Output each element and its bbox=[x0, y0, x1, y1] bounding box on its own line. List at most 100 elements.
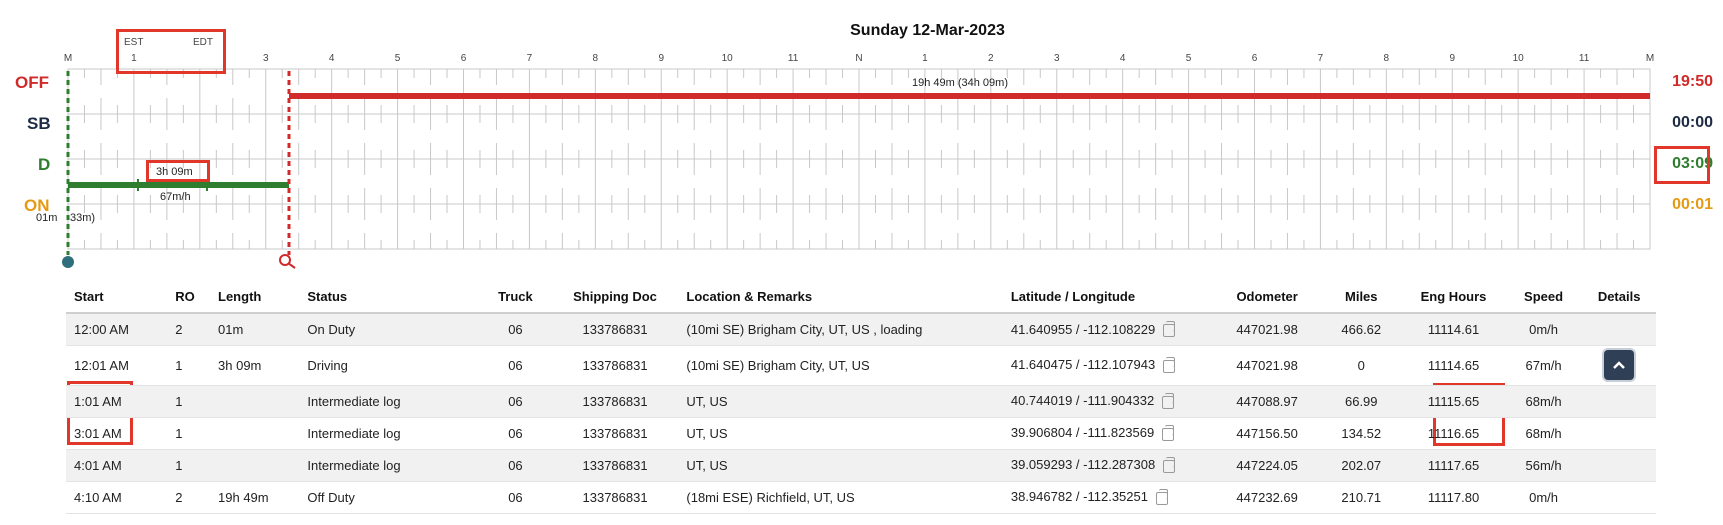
cell-truck: 06 bbox=[479, 313, 552, 345]
col-speed: Speed bbox=[1504, 280, 1583, 314]
cell-start-text: 4:01 AM bbox=[74, 457, 122, 473]
cell-speed: 68m/h bbox=[1505, 417, 1582, 449]
cell-odometer-text: 447232.69 bbox=[1236, 489, 1298, 505]
cell-speed: 56m/h bbox=[1505, 449, 1582, 481]
cell-eng-hours: 11114.65 bbox=[1402, 345, 1505, 385]
cell-shipping-doc: 133786831 bbox=[552, 449, 679, 481]
cell-truck-text: 06 bbox=[508, 425, 523, 441]
table-row[interactable]: 12:01 AM 1 3h 09m Driving 06 133786831 (10mi S… bbox=[66, 345, 1656, 385]
duty-status-graph bbox=[62, 68, 1651, 269]
cell-odometer: 447088.97 bbox=[1214, 385, 1320, 417]
cell-latlng-text: 41.640475 / -112.107943 bbox=[1010, 357, 1156, 373]
cell-odometer: 447021.98 bbox=[1214, 345, 1320, 385]
cell-miles: 210.71 bbox=[1320, 481, 1402, 513]
cell-location: UT, US bbox=[678, 385, 1002, 417]
cell-speed: 0m/h bbox=[1505, 481, 1582, 513]
cell-details bbox=[1582, 313, 1656, 345]
cell-length bbox=[210, 449, 299, 481]
cell-details bbox=[1582, 481, 1656, 513]
cell-start: 12:01 AM bbox=[66, 345, 167, 385]
copy-icon[interactable] bbox=[1162, 424, 1175, 441]
cell-speed-text: 0m/h bbox=[1529, 321, 1558, 337]
cell-location: (18mi ESE) Richfield, UT, US bbox=[678, 481, 1002, 513]
cell-start: 3:01 AM bbox=[66, 417, 167, 449]
cell-location-text: UT, US bbox=[686, 393, 728, 409]
cell-location-text: UT, US bbox=[686, 457, 728, 473]
cell-odometer: 447156.50 bbox=[1214, 417, 1320, 449]
driving-speed-label: 67m/h bbox=[160, 191, 191, 203]
cell-shipping-doc-text: 133786831 bbox=[582, 489, 648, 505]
cell-speed-text: 67m/h bbox=[1525, 357, 1562, 373]
cell-status-text: Off Duty bbox=[307, 489, 355, 505]
col-status: Status bbox=[299, 280, 480, 314]
cell-miles-text: 134.52 bbox=[1341, 425, 1382, 441]
cell-miles: 66.99 bbox=[1320, 385, 1402, 417]
cell-miles: 0 bbox=[1320, 345, 1402, 385]
cell-status: Intermediate log bbox=[299, 449, 479, 481]
cell-location: UT, US bbox=[678, 417, 1002, 449]
collapse-details-button[interactable] bbox=[1604, 350, 1635, 380]
cell-length bbox=[210, 385, 299, 417]
cell-miles-text: 202.07 bbox=[1341, 457, 1382, 473]
cell-speed-text: 0m/h bbox=[1529, 489, 1558, 505]
cell-latlng-text: 39.059293 / -112.287308 bbox=[1010, 457, 1156, 473]
copy-icon[interactable] bbox=[1155, 488, 1168, 505]
cell-status-text: Intermediate log bbox=[307, 393, 401, 409]
col-start: Start bbox=[66, 280, 168, 314]
copy-icon[interactable] bbox=[1163, 456, 1176, 473]
col-eng-hours: Eng Hours bbox=[1402, 280, 1505, 314]
table-row[interactable]: 1:01 AM 1 Intermediate log 06 133786831 UT, U… bbox=[66, 385, 1656, 417]
cell-speed-text: 68m/h bbox=[1525, 425, 1562, 441]
cell-ro: 2 bbox=[167, 313, 210, 345]
cell-odometer-text: 447156.50 bbox=[1236, 425, 1298, 441]
cell-truck-text: 06 bbox=[508, 321, 523, 337]
cell-start-text: 12:01 AM bbox=[74, 357, 129, 373]
cell-shipping-doc: 133786831 bbox=[552, 481, 679, 513]
cell-ro-text: 2 bbox=[175, 489, 183, 505]
table-row[interactable]: 12:00 AM 2 01m On Duty 06 133786831 (10mi SE) … bbox=[66, 313, 1656, 345]
cell-odometer-text: 447088.97 bbox=[1236, 393, 1298, 409]
cell-eng-hours-text: 11117.80 bbox=[1427, 489, 1480, 505]
copy-icon[interactable] bbox=[1162, 392, 1175, 409]
table-row[interactable]: 4:10 AM 2 19h 49m Off Duty 06 133786831 (18mi … bbox=[66, 481, 1656, 513]
table-row[interactable]: 3:01 AM 1 Intermediate log 06 133786831 UT, U… bbox=[66, 417, 1656, 449]
on-duration-label: 01m bbox=[36, 212, 58, 224]
cell-eng-hours-text: 11114.65 bbox=[1427, 357, 1480, 373]
cell-miles-text: 0 bbox=[1357, 357, 1365, 373]
copy-icon[interactable] bbox=[1163, 356, 1176, 373]
col-shipping-doc: Shipping Doc bbox=[551, 280, 679, 314]
cell-eng-hours-text: 11115.65 bbox=[1427, 393, 1480, 409]
cell-shipping-doc-text: 133786831 bbox=[582, 457, 648, 473]
cell-eng-hours: 11115.65 bbox=[1402, 385, 1505, 417]
cell-latlng-text: 39.906804 / -111.823569 bbox=[1010, 425, 1155, 441]
cell-speed: 68m/h bbox=[1505, 385, 1582, 417]
table-row[interactable]: 4:01 AM 1 Intermediate log 06 133786831 UT, U… bbox=[66, 449, 1656, 481]
cell-shipping-doc-text: 133786831 bbox=[582, 425, 648, 441]
cell-length-text: 19h 49m bbox=[218, 489, 269, 505]
copy-icon[interactable] bbox=[1163, 320, 1176, 337]
cell-eng-hours: 11117.80 bbox=[1402, 481, 1505, 513]
cell-eng-hours-text: 11114.61 bbox=[1427, 321, 1480, 337]
cell-latlng: 40.744019 / -111.904332 bbox=[1003, 385, 1214, 417]
cell-details bbox=[1582, 345, 1656, 385]
cell-eng-hours: 11116.65 bbox=[1402, 417, 1505, 449]
cell-status-text: Driving bbox=[307, 357, 348, 373]
end-marker-icon-tail bbox=[287, 262, 296, 269]
cell-truck-text: 06 bbox=[508, 357, 523, 373]
cell-start: 12:00 AM bbox=[66, 313, 167, 345]
cell-shipping-doc: 133786831 bbox=[552, 345, 679, 385]
cell-length-text: 01m bbox=[218, 321, 244, 337]
highlight-driving-total bbox=[1654, 146, 1710, 184]
cell-speed: 67m/h bbox=[1505, 345, 1582, 385]
cell-odometer: 447232.69 bbox=[1214, 481, 1320, 513]
cell-ro-text: 2 bbox=[175, 321, 183, 337]
cell-latlng-text: 41.640955 / -112.108229 bbox=[1010, 321, 1156, 337]
cell-latlng-text: 38.946782 / -112.35251 bbox=[1010, 489, 1148, 505]
cell-miles-text: 210.71 bbox=[1341, 489, 1382, 505]
cell-truck-text: 06 bbox=[508, 393, 523, 409]
cell-ro: 1 bbox=[167, 345, 210, 385]
cell-start-text: 3:01 AM bbox=[74, 425, 122, 441]
cell-ro: 1 bbox=[167, 385, 210, 417]
cell-shipping-doc-text: 133786831 bbox=[582, 393, 648, 409]
cell-location-text: UT, US bbox=[686, 425, 728, 441]
